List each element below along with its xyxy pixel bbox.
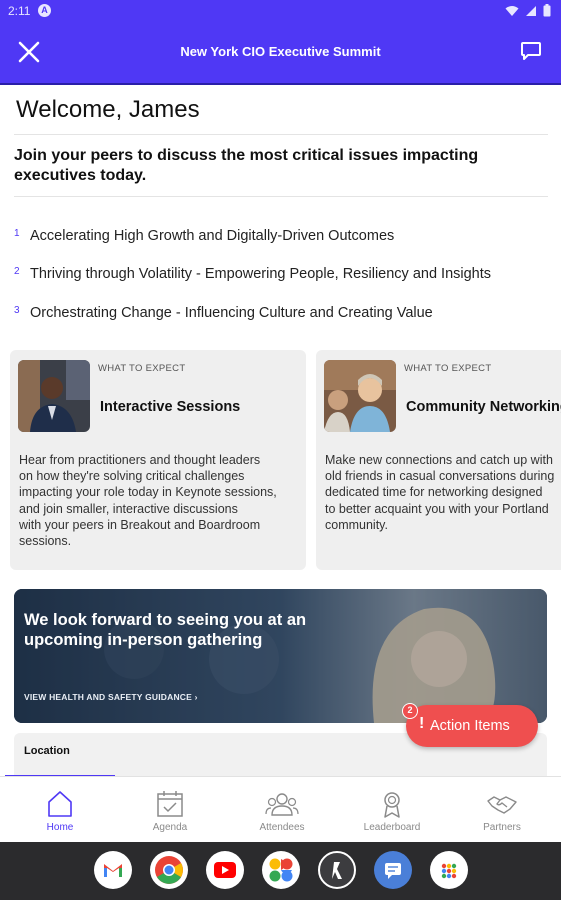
handshake-icon xyxy=(487,796,517,814)
card-kicker: WHAT TO EXPECT xyxy=(404,363,492,374)
app-drawer-icon[interactable] xyxy=(430,851,468,889)
topic-item: 3 Orchestrating Change - Influencing Cul… xyxy=(14,302,433,324)
status-app-icon: A xyxy=(38,4,51,17)
card-photo xyxy=(324,360,396,432)
card-body-line: old friends in casual conversations duri… xyxy=(325,469,555,484)
welcome-heading: Welcome, James xyxy=(16,96,200,123)
card-body: Make new connections and catch up with o… xyxy=(325,452,561,533)
bottom-nav: Home Agenda Attendees Leaderboard Partne… xyxy=(0,776,561,842)
wifi-icon xyxy=(505,5,519,16)
status-time: 2:11 xyxy=(8,4,31,18)
card-interactive-sessions[interactable]: WHAT TO EXPECT Interactive Sessions Hear… xyxy=(10,350,306,570)
nav-home[interactable]: Home xyxy=(4,777,116,843)
nav-agenda[interactable]: Agenda xyxy=(114,777,226,843)
card-body-line: to better acquaint you with your Portlan… xyxy=(325,501,549,516)
nav-label: Leaderboard xyxy=(363,822,421,833)
card-body-line: community. xyxy=(325,517,388,532)
topic-number: 3 xyxy=(14,304,20,316)
chat-button[interactable] xyxy=(519,39,543,63)
nav-attendees[interactable]: Attendees xyxy=(226,777,338,843)
battery-icon xyxy=(543,4,551,17)
card-community-networking[interactable]: WHAT TO EXPECT Community Networking Make… xyxy=(316,350,561,570)
card-body-line: sessions. xyxy=(19,534,72,549)
topic-number: 1 xyxy=(14,227,20,239)
youtube-icon[interactable] xyxy=(206,851,244,889)
topic-item: 1 Accelerating High Growth and Digitally… xyxy=(14,225,394,247)
banner-headline: We look forward to seeing you at an upco… xyxy=(24,611,307,649)
card-body-line: Hear from practitioners and thought lead… xyxy=(19,453,261,467)
location-label: Location xyxy=(24,745,70,757)
signal-icon xyxy=(526,5,536,16)
nav-label: Partners xyxy=(483,822,521,833)
medal-icon xyxy=(384,792,400,818)
nav-partners[interactable]: Partners xyxy=(446,777,558,843)
topic-item: 2 Thriving through Volatility - Empoweri… xyxy=(14,263,491,285)
card-body-line: on how they're solving critical challeng… xyxy=(19,469,245,484)
chrome-icon[interactable] xyxy=(150,851,188,889)
banner-photo xyxy=(14,589,547,723)
nav-label: Attendees xyxy=(259,822,305,833)
system-dock xyxy=(0,842,561,900)
topic-number: 2 xyxy=(14,265,20,277)
topic-text: Orchestrating Change - Influencing Cultu… xyxy=(30,305,433,321)
header-divider xyxy=(0,83,561,85)
app-screen: 2:11 A New York CIO Executive Summit Wel… xyxy=(0,0,561,900)
card-title: Community Networking xyxy=(406,399,561,415)
card-body-line: impacting your role today in Keynote ses… xyxy=(19,485,277,500)
messages-icon[interactable] xyxy=(374,851,412,889)
status-bar: 2:11 A xyxy=(0,0,561,22)
in-person-banner[interactable]: We look forward to seeing you at an upco… xyxy=(14,589,547,723)
event-title: New York CIO Executive Summit xyxy=(180,44,381,59)
action-items-count-badge: 2 xyxy=(402,703,418,719)
card-title: Interactive Sessions xyxy=(100,399,241,415)
home-icon xyxy=(48,791,72,817)
app-icon[interactable] xyxy=(318,851,356,889)
nav-label: Agenda xyxy=(152,822,188,833)
card-kicker: WHAT TO EXPECT xyxy=(98,363,186,374)
people-icon xyxy=(265,793,299,816)
card-body-line: and join smaller, interactive discussion… xyxy=(19,501,238,516)
card-body-line: Make new connections and catch up with xyxy=(325,453,553,467)
nav-leaderboard[interactable]: Leaderboard xyxy=(336,777,448,843)
photos-icon[interactable] xyxy=(262,851,300,889)
health-safety-link[interactable]: VIEW HEALTH AND SAFETY GUIDANCE › xyxy=(24,692,198,702)
card-body-line: with your peers in Breakout and Boardroo… xyxy=(19,517,261,532)
card-body-line: dedicated time for networking designed xyxy=(325,485,543,500)
chat-icon xyxy=(521,42,541,60)
intro-text: Join your peers to discuss the most crit… xyxy=(14,147,479,184)
calendar-check-icon xyxy=(157,791,183,817)
system-icons xyxy=(505,4,551,17)
app-header: New York CIO Executive Summit xyxy=(0,22,561,83)
topic-text: Accelerating High Growth and Digitally-D… xyxy=(30,228,395,244)
divider xyxy=(14,196,548,197)
nav-label: Home xyxy=(46,822,74,833)
topic-text: Thriving through Volatility - Empowering… xyxy=(30,266,492,282)
card-body: Hear from practitioners and thought lead… xyxy=(19,452,299,549)
card-photo xyxy=(18,360,90,432)
action-items-label: Action Items xyxy=(430,718,510,734)
alert-icon: ! xyxy=(419,715,425,732)
divider xyxy=(14,134,548,135)
action-items-button[interactable]: ! Action Items xyxy=(406,705,538,747)
gmail-icon[interactable] xyxy=(94,851,132,889)
